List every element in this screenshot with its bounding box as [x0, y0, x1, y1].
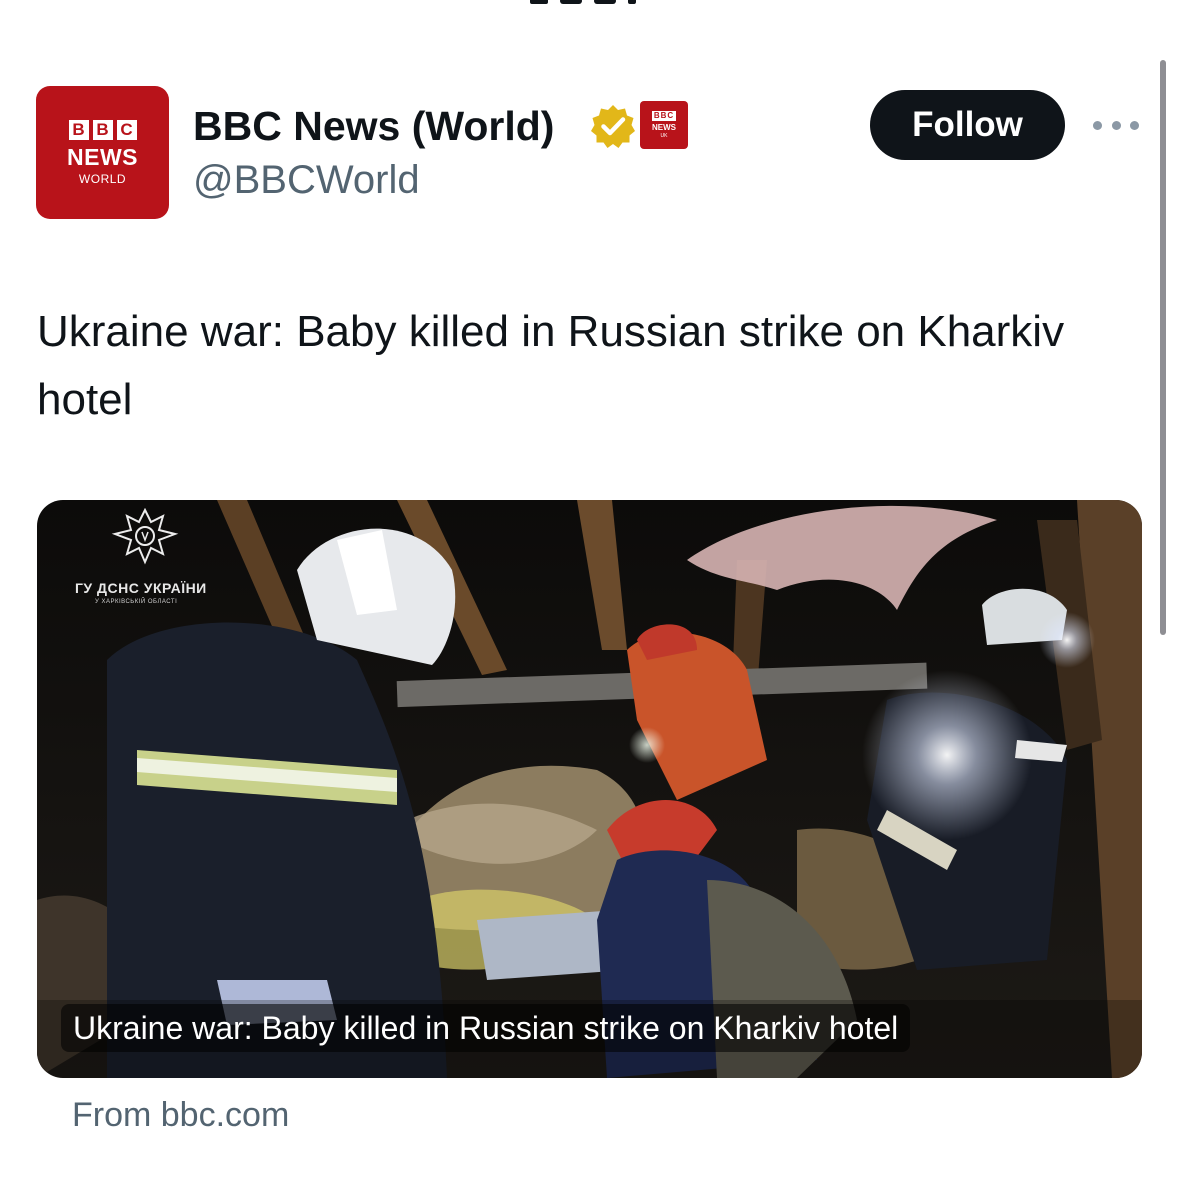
affiliate-badge[interactable]: BBC NEWS UK — [640, 101, 688, 149]
card-caption: Ukraine war: Baby killed in Russian stri… — [61, 1004, 911, 1052]
affiliate-badge-bottom: UK — [660, 133, 668, 139]
more-dot — [1093, 120, 1102, 130]
more-options-icon[interactable] — [1093, 112, 1139, 138]
author-avatar[interactable]: B B C NEWS WORLD — [36, 86, 169, 219]
author-display-name[interactable]: BBC News (World) — [193, 100, 554, 152]
avatar-world-label: WORLD — [78, 171, 127, 186]
link-card[interactable]: ГУ ДСНС УКРАЇНИ У ХАРКІВСЬКІЙ ОБЛАСТІ Uk… — [37, 500, 1142, 1078]
bbc-block: B — [92, 119, 113, 140]
affiliate-badge-top: BBC — [651, 111, 677, 121]
image-org-region: У ХАРКІВСЬКІЙ ОБЛАСТІ — [95, 599, 178, 605]
back-arrow-icon[interactable] — [44, 0, 68, 8]
follow-button[interactable]: Follow — [870, 90, 1065, 160]
tweet-text: Ukraine war: Baby killed in Russian stri… — [37, 307, 1065, 424]
author-handle[interactable]: @BBCWorld — [193, 156, 420, 204]
dsns-emblem-icon — [111, 508, 179, 565]
affiliate-badge-mid: NEWS — [652, 123, 676, 132]
verified-badge-icon[interactable] — [590, 103, 636, 149]
top-nav-bar — [0, 0, 1179, 14]
image-org-name: ГУ ДСНС УКРАЇНИ — [75, 580, 207, 596]
bbc-logo-blocks: B B C — [68, 119, 137, 140]
scrollbar[interactable] — [1160, 60, 1166, 635]
avatar-news-label: NEWS — [67, 143, 138, 170]
more-dot — [1130, 120, 1139, 130]
page-title-fragment — [530, 0, 636, 4]
bbc-block: C — [116, 119, 137, 140]
card-source-domain[interactable]: From bbc.com — [72, 1092, 289, 1138]
more-dot — [1111, 120, 1121, 130]
bbc-block: B — [68, 119, 89, 140]
